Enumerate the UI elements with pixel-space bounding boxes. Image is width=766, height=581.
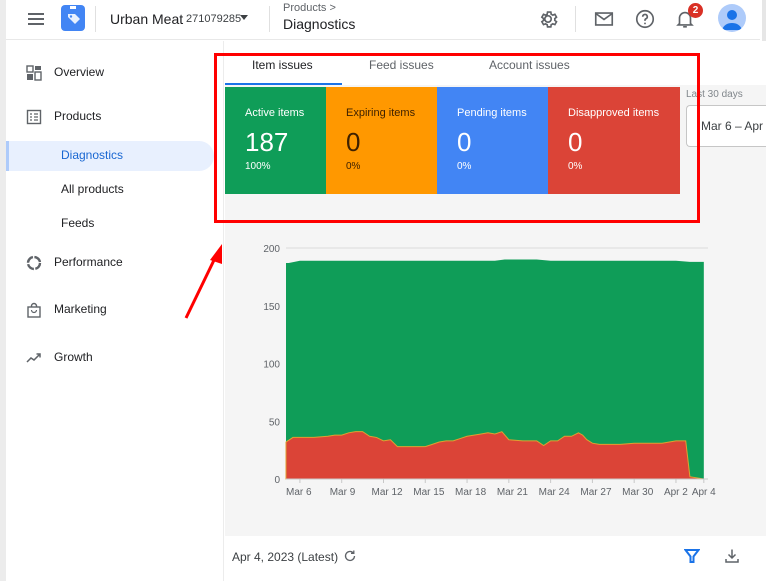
card-percent: 0% [457, 161, 472, 172]
sidebar-item-label: Products [54, 109, 102, 123]
x-tick-label: Mar 12 [371, 487, 403, 498]
sidebar-item-growth[interactable]: Growth [6, 343, 214, 373]
sidebar-nav: Overview Products Diagnostics All produc… [6, 41, 224, 581]
x-tick-label: Mar 30 [622, 487, 654, 498]
refresh-icon[interactable] [343, 549, 357, 563]
card-percent: 100% [245, 161, 271, 172]
sidebar-item-marketing[interactable]: Marketing [6, 295, 214, 325]
tab-feed-issues[interactable]: Feed issues [369, 58, 434, 72]
account-id[interactable]: 271079285 [186, 13, 241, 25]
page-title: Diagnostics [283, 16, 356, 32]
card-value: 187 [245, 127, 289, 157]
data-date-label: Apr 4, 2023 (Latest) [232, 550, 339, 564]
y-tick-label: 200 [263, 244, 280, 255]
pending-items-card[interactable]: Pending items 0 0% [437, 87, 548, 194]
x-tick-label: Apr 4 [692, 487, 716, 498]
card-label: Disapproved items [568, 107, 660, 119]
merchant-center-logo-icon[interactable] [61, 5, 85, 31]
sidebar-item-label: Marketing [54, 302, 107, 316]
active-items-card[interactable]: Active items 187 100% [225, 87, 326, 194]
sidebar-item-all-products[interactable]: All products [6, 175, 214, 205]
trending-up-icon [26, 350, 42, 366]
sidebar-item-diagnostics[interactable]: Diagnostics [6, 141, 214, 171]
card-value: 0 [346, 127, 361, 157]
x-tick-label: Mar 27 [580, 487, 612, 498]
tab-item-issues[interactable]: Item issues [252, 58, 313, 72]
disapproved-items-card[interactable]: Disapproved items 0 0% [548, 87, 680, 194]
active-tab-indicator [225, 83, 342, 85]
sidebar-item-label: Growth [54, 350, 93, 364]
account-name[interactable]: Urban Meat [110, 11, 183, 27]
sidebar-item-overview[interactable]: Overview [6, 58, 214, 88]
y-tick-label: 50 [269, 417, 281, 428]
y-tick-label: 100 [263, 360, 280, 371]
sidebar-item-performance[interactable]: Performance [6, 248, 214, 278]
y-tick-label: 0 [274, 475, 280, 486]
card-label: Expiring items [346, 107, 416, 119]
x-tick-label: Apr 2 [664, 487, 688, 498]
date-range-picker[interactable]: Mar 6 – Apr [686, 105, 766, 147]
dashboard-icon [26, 65, 42, 81]
items-chart: 0 50 100 150 200 Mar 6 Mar 9 Mar 12 Mar 15 Mar 18… [225, 236, 766, 536]
donut-icon [26, 255, 42, 271]
divider [95, 6, 96, 32]
card-label: Pending items [457, 107, 527, 119]
card-value: 0 [568, 127, 583, 157]
sidebar-item-products[interactable]: Products [6, 102, 214, 132]
card-percent: 0% [346, 161, 361, 172]
y-tick-label: 150 [263, 302, 280, 313]
avatar[interactable] [718, 4, 746, 32]
x-tick-label: Mar 18 [455, 487, 487, 498]
help-icon[interactable] [634, 8, 656, 30]
sidebar-item-label: Feeds [61, 216, 95, 230]
x-tick-label: Mar 24 [539, 487, 571, 498]
shopping-bag-icon [26, 302, 42, 318]
card-label: Active items [245, 107, 305, 119]
expiring-items-card[interactable]: Expiring items 0 0% [326, 87, 437, 194]
main-content: Item issues Feed issues Account issues A… [225, 41, 766, 581]
gear-icon[interactable] [537, 8, 559, 30]
filter-icon[interactable] [683, 548, 701, 564]
chart-footer: Apr 4, 2023 (Latest) [225, 536, 766, 581]
tab-account-issues[interactable]: Account issues [489, 58, 570, 72]
x-tick-label: Mar 15 [413, 487, 445, 498]
breadcrumb-products[interactable]: Products > [283, 2, 336, 14]
mail-icon[interactable] [593, 8, 615, 30]
hamburger-menu-icon[interactable] [26, 10, 46, 30]
sidebar-item-label: Overview [54, 65, 105, 79]
top-app-bar: Urban Meat 271079285 Products > Diagnost… [6, 0, 760, 40]
sidebar-item-feeds[interactable]: Feeds [6, 209, 214, 239]
date-range-label: Last 30 days [686, 89, 743, 100]
download-icon[interactable] [724, 548, 740, 564]
divider [575, 6, 576, 32]
issue-tabs: Item issues Feed issues Account issues [225, 41, 766, 85]
x-tick-label: Mar 9 [330, 487, 356, 498]
merchant-center-app: Urban Meat 271079285 Products > Diagnost… [0, 0, 766, 581]
notification-count-badge: 2 [688, 3, 703, 18]
sidebar-item-label: Diagnostics [61, 148, 124, 162]
divider [269, 6, 270, 32]
sidebar-item-label: Performance [54, 255, 123, 269]
card-value: 0 [457, 127, 472, 157]
account-dropdown-caret-icon[interactable] [240, 15, 248, 20]
list-icon [26, 109, 42, 125]
card-percent: 0% [568, 161, 583, 172]
items-area-chart: 0 50 100 150 200 Mar 6 Mar 9 Mar 12 Mar 15 Mar 18… [263, 244, 716, 498]
x-tick-label: Mar 6 [286, 487, 312, 498]
x-tick-label: Mar 21 [497, 487, 529, 498]
sidebar-item-label: All products [61, 182, 124, 196]
date-range-value: Mar 6 – Apr [701, 119, 764, 133]
